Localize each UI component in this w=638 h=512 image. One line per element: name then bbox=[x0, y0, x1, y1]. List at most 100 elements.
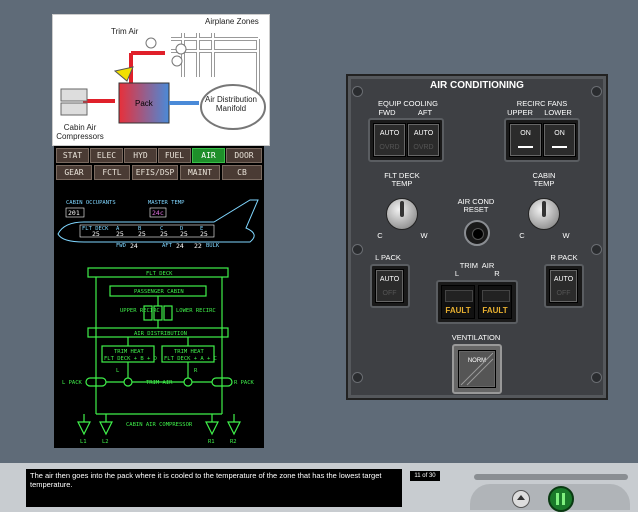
ventilation-switch-housing: NORM bbox=[452, 344, 502, 394]
cabin-occupants-value: 201 bbox=[68, 209, 80, 217]
master-temp-label: MASTER TEMP bbox=[148, 200, 185, 206]
on-label: ON bbox=[520, 130, 531, 137]
equip-aft-label: AFT bbox=[417, 108, 433, 117]
off-label: OFF bbox=[382, 290, 397, 297]
zone-c-temp: 25 bbox=[160, 230, 168, 238]
flt-deck-warm-label: W bbox=[420, 231, 428, 240]
on-label: ON bbox=[554, 130, 565, 137]
r-pack-switch-housing: AUTO OFF bbox=[544, 264, 584, 308]
recirc-upper-button[interactable]: ON bbox=[509, 123, 542, 157]
fault-label: FAULT bbox=[482, 306, 508, 315]
airplane-zones-label: Airplane Zones bbox=[205, 17, 259, 26]
flt-deck-temp-label-2: TEMP bbox=[391, 179, 413, 188]
trim-air-l-button[interactable]: FAULT bbox=[441, 285, 475, 319]
l-pack-switch-housing: AUTO OFF bbox=[370, 264, 410, 308]
upper-recirc-label: UPPER RECIRC bbox=[120, 308, 160, 314]
cabin-occupants-label: CABIN OCCUPANTS bbox=[66, 200, 116, 206]
l1-label: L1 bbox=[80, 439, 87, 445]
air-conditioning-panel: AIR CONDITIONING EQUIP COOLING FWD AFT A… bbox=[346, 74, 608, 400]
air-cond-reset-label-2: RESET bbox=[463, 205, 489, 214]
eject-icon bbox=[517, 495, 525, 500]
equip-fwd-label: FWD bbox=[378, 108, 396, 117]
lower-recirc-label: LOWER RECIRC bbox=[176, 308, 216, 314]
tab-gear[interactable]: GEAR bbox=[56, 165, 92, 180]
recirc-lower-label: LOWER bbox=[544, 108, 572, 117]
panel-screw bbox=[352, 244, 363, 255]
ventilation-guard-lines bbox=[460, 352, 494, 386]
ventilation-label: VENTILATION bbox=[451, 333, 501, 342]
tab-fctl[interactable]: FCTL bbox=[94, 165, 130, 180]
cabin-temp-label-2: TEMP bbox=[533, 179, 555, 188]
trim-heat-right-title: TRIM HEAT bbox=[174, 349, 204, 355]
ovrd-label: OVRD bbox=[379, 144, 400, 151]
equip-cooling-fwd-button[interactable]: AUTO OVRD bbox=[373, 123, 406, 157]
switch-grille bbox=[482, 290, 510, 302]
auto-label: AUTO bbox=[413, 130, 434, 137]
tab-fuel[interactable]: FUEL bbox=[158, 148, 191, 163]
airflow-schematic: Trim Air Airplane Zones Pack Air Distrib… bbox=[52, 14, 270, 146]
recirc-fans-label: RECIRC FANS bbox=[516, 99, 568, 108]
panel-screw bbox=[591, 372, 602, 383]
caption-box: The air then goes into the pack where it… bbox=[26, 469, 402, 507]
r1-label: R1 bbox=[208, 439, 215, 445]
bulk-label: BULK bbox=[206, 243, 220, 249]
air-synoptic-display: STAT ELEC HYD FUEL AIR DOOR GEAR FCTL EF… bbox=[54, 146, 264, 448]
trim-air-r-button[interactable]: FAULT bbox=[478, 285, 512, 319]
reset-button-center bbox=[472, 228, 484, 240]
recirc-lower-button[interactable]: ON bbox=[543, 123, 576, 157]
air-cond-reset-button[interactable] bbox=[464, 220, 490, 246]
trim-heat-left-title: TRIM HEAT bbox=[114, 349, 144, 355]
trim-air-l-label: L bbox=[454, 269, 460, 278]
panel-title: AIR CONDITIONING bbox=[430, 80, 524, 91]
aft-label: AFT bbox=[162, 243, 173, 249]
ventilation-button[interactable]: NORM bbox=[458, 350, 496, 388]
flt-deck-temp-knob[interactable] bbox=[386, 198, 418, 230]
r2-label: R2 bbox=[230, 439, 237, 445]
zone-flt-deck-temp: 25 bbox=[92, 230, 100, 238]
panel-screw bbox=[591, 244, 602, 255]
tab-elec[interactable]: ELEC bbox=[90, 148, 123, 163]
l-pack-button[interactable]: AUTO OFF bbox=[375, 269, 404, 303]
off-label: OFF bbox=[556, 290, 571, 297]
fault-label: FAULT bbox=[445, 306, 471, 315]
l-pack-label: L PACK bbox=[62, 380, 83, 386]
aft-value: 24 bbox=[176, 242, 184, 250]
fwd-value: 24 bbox=[130, 242, 138, 250]
fwd-label: FWD bbox=[116, 243, 126, 249]
pause-icon-bar bbox=[562, 493, 565, 505]
zone-b-temp: 25 bbox=[138, 230, 146, 238]
tab-hyd[interactable]: HYD bbox=[124, 148, 157, 163]
cabin-temp-knob[interactable] bbox=[528, 198, 560, 230]
recirc-upper-label: UPPER bbox=[507, 108, 533, 117]
trim-heat-left-zones: FLT DECK + B + D bbox=[104, 356, 157, 362]
passenger-cabin-label: PASSENGER CABIN bbox=[134, 289, 184, 295]
tab-air[interactable]: AIR bbox=[192, 148, 225, 163]
trim-air-label: TRIM AIR bbox=[459, 261, 495, 270]
on-indicator-bar bbox=[552, 146, 567, 148]
trim-valve-r-label: R bbox=[194, 368, 198, 374]
zone-a-temp: 25 bbox=[116, 230, 124, 238]
cabin-air-compressor-label: CABIN AIR COMPRESSOR bbox=[126, 422, 193, 428]
tab-efis-dsp[interactable]: EFIS/DSP bbox=[132, 165, 178, 180]
pause-icon-bar bbox=[556, 493, 559, 505]
tab-maint[interactable]: MAINT bbox=[180, 165, 220, 180]
trim-valve-l-label: L bbox=[116, 368, 120, 374]
tab-door[interactable]: DOOR bbox=[226, 148, 262, 163]
auto-label: AUTO bbox=[379, 130, 400, 137]
on-indicator-bar bbox=[518, 146, 533, 148]
r-pack-button[interactable]: AUTO OFF bbox=[549, 269, 578, 303]
air-distribution-label: AIR DISTRIBUTION bbox=[134, 331, 187, 337]
pause-button[interactable] bbox=[548, 486, 574, 512]
panel-screw bbox=[352, 372, 363, 383]
pack-label: Pack bbox=[135, 99, 153, 108]
tab-cb[interactable]: CB bbox=[222, 165, 262, 180]
zone-d-temp: 25 bbox=[180, 230, 188, 238]
equip-cooling-aft-button[interactable]: AUTO OVRD bbox=[407, 123, 440, 157]
page-counter: 11 of 30 bbox=[410, 471, 440, 481]
l-pack-label: L PACK bbox=[375, 253, 401, 262]
knob-pointer bbox=[400, 201, 404, 217]
trim-heat-right-zones: FLT DECK + A + C bbox=[164, 356, 217, 362]
progress-track[interactable] bbox=[474, 474, 628, 480]
eject-button[interactable] bbox=[512, 490, 530, 508]
tab-stat[interactable]: STAT bbox=[56, 148, 89, 163]
